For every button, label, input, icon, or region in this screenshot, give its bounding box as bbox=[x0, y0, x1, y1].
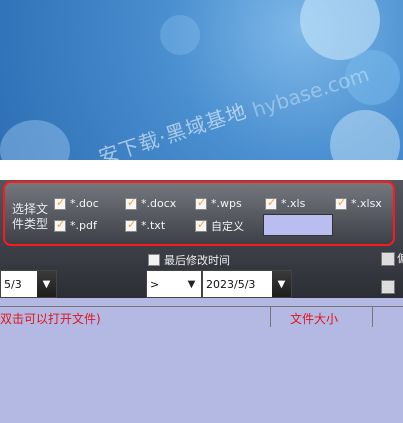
option-wps[interactable]: ✓ *.wps bbox=[195, 196, 242, 211]
option-label: *.pdf bbox=[70, 219, 97, 232]
start-date-picker[interactable]: 5/3 ▼ bbox=[0, 270, 57, 298]
banner-background: 安下载·黑域基地 hybase.com bbox=[0, 0, 403, 160]
option-pdf[interactable]: ✓ *.pdf bbox=[54, 218, 97, 233]
checkmark-icon: ✓ bbox=[56, 217, 66, 231]
decor-bubble bbox=[0, 120, 70, 160]
checkmark-icon: ✓ bbox=[197, 195, 207, 209]
watermark-text: 安下载·黑域基地 bbox=[95, 98, 250, 160]
checkbox[interactable]: ✓ bbox=[265, 195, 277, 210]
checkmark-icon: ✓ bbox=[197, 217, 207, 231]
column-divider[interactable] bbox=[270, 307, 271, 327]
option-txt[interactable]: ✓ *.txt bbox=[125, 218, 165, 233]
checkmark-icon: ✓ bbox=[337, 195, 347, 209]
decor-bubble bbox=[330, 110, 400, 160]
custom-extension-input[interactable] bbox=[263, 214, 333, 236]
option-label: *.doc bbox=[70, 197, 99, 210]
right-option-checkbox[interactable] bbox=[381, 252, 395, 266]
checkbox[interactable]: ✓ bbox=[54, 195, 66, 210]
last-modified-checkbox[interactable] bbox=[148, 254, 160, 266]
decor-bubble bbox=[160, 15, 200, 55]
option-xls[interactable]: ✓ *.xls bbox=[265, 196, 305, 211]
chevron-down-icon[interactable]: ▼ bbox=[182, 271, 201, 297]
column-filesize[interactable]: 文件大小 bbox=[290, 310, 338, 327]
checkbox[interactable]: ✓ bbox=[54, 217, 66, 232]
start-date-value: 5/3 bbox=[4, 277, 22, 291]
date-picker[interactable]: 2023/5/3 ▼ bbox=[202, 270, 292, 298]
option-label: *.wps bbox=[211, 197, 242, 210]
option-xlsx[interactable]: ✓ *.xlsx bbox=[335, 196, 382, 211]
column-filename[interactable]: 双击可以打开文件) bbox=[0, 310, 101, 327]
file-grid-body[interactable] bbox=[0, 327, 403, 423]
last-modified-filter[interactable]: 最后修改时间 bbox=[148, 252, 230, 268]
option-label: *.xls bbox=[281, 197, 306, 210]
operator-value: > bbox=[150, 277, 160, 291]
checkbox[interactable]: ✓ bbox=[125, 195, 137, 210]
checkmark-icon: ✓ bbox=[56, 195, 66, 209]
checkmark-icon: ✓ bbox=[127, 217, 137, 231]
chevron-down-icon[interactable]: ▼ bbox=[272, 271, 291, 297]
checkbox[interactable]: ✓ bbox=[195, 195, 207, 210]
option-custom[interactable]: ✓ 自定义 bbox=[195, 218, 244, 233]
filetype-filter-panel: 选择文件类型 ✓ *.doc ✓ *.docx ✓ *.wps ✓ *.xls … bbox=[3, 181, 395, 246]
option-docx[interactable]: ✓ *.docx bbox=[125, 196, 176, 211]
option-doc[interactable]: ✓ *.doc bbox=[54, 196, 99, 211]
operator-select[interactable]: > ▼ bbox=[146, 270, 202, 298]
option-label: 自定义 bbox=[211, 219, 244, 233]
right-option-checkbox[interactable] bbox=[381, 280, 395, 294]
column-divider[interactable] bbox=[372, 307, 373, 327]
right-option-label: 偏 bbox=[397, 252, 403, 265]
toolbar-top-strip bbox=[0, 160, 403, 180]
date-value: 2023/5/3 bbox=[206, 277, 256, 291]
file-grid-header: 双击可以打开文件) 文件大小 bbox=[0, 306, 403, 328]
checkbox[interactable]: ✓ bbox=[335, 195, 347, 210]
checkmark-icon: ✓ bbox=[127, 195, 137, 209]
option-label: *.docx bbox=[141, 197, 177, 210]
last-modified-label: 最后修改时间 bbox=[164, 254, 230, 267]
checkbox[interactable]: ✓ bbox=[125, 217, 137, 232]
filetype-label: 选择文件类型 bbox=[12, 202, 49, 231]
checkmark-icon: ✓ bbox=[267, 195, 277, 209]
option-label: *.txt bbox=[141, 219, 166, 232]
chevron-down-icon[interactable]: ▼ bbox=[37, 271, 56, 297]
checkbox[interactable]: ✓ bbox=[195, 217, 207, 232]
option-label: *.xlsx bbox=[351, 197, 382, 210]
